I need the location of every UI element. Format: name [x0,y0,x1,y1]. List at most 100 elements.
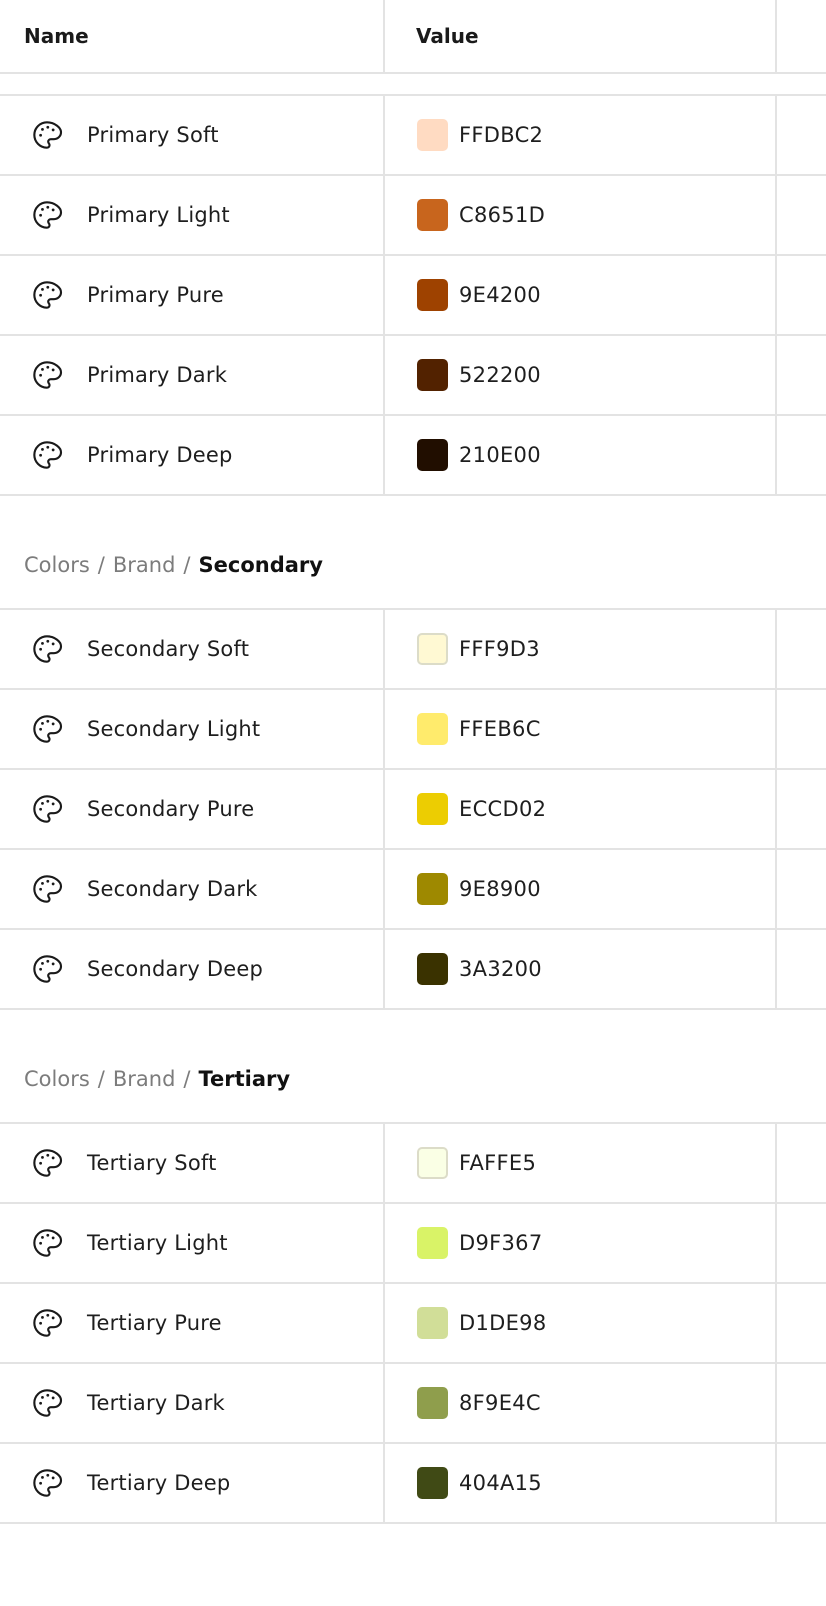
palette-icon [31,1467,63,1499]
palette-icon [31,793,63,825]
palette-icon [31,119,63,151]
table-row[interactable]: Secondary Deep 3A3200 [0,930,826,1010]
color-swatch[interactable] [417,1387,448,1419]
hex-value: FFEB6C [459,717,541,741]
palette-icon [31,279,63,311]
table-row[interactable]: Secondary Dark 9E8900 [0,850,826,930]
column-divider [775,1444,777,1522]
column-divider [775,610,777,688]
column-divider [775,416,777,494]
hex-value: 9E8900 [459,877,541,901]
column-divider [775,0,777,72]
token-name: Tertiary Pure [87,1311,222,1335]
value-cell: FFDBC2 [385,96,775,174]
table-row[interactable]: Primary Soft FFDBC2 [0,96,826,176]
column-divider [775,690,777,768]
table-row[interactable]: Primary Deep 210E00 [0,416,826,496]
breadcrumb-separator: / [183,553,191,577]
breadcrumb-separator: / [97,1067,105,1091]
section-breadcrumb: Colors / Brand / Tertiary [0,1010,826,1122]
breadcrumb-part[interactable]: Brand [113,1067,176,1091]
name-cell: Tertiary Soft [0,1124,383,1202]
hex-value: 522200 [459,363,541,387]
table-row[interactable]: Tertiary Dark 8F9E4C [0,1364,826,1444]
hex-value: 3A3200 [459,957,542,981]
breadcrumb-part[interactable]: Brand [113,553,176,577]
color-swatch[interactable] [417,279,448,311]
token-name: Tertiary Dark [87,1391,225,1415]
hex-value: FFF9D3 [459,637,540,661]
palette-icon [31,439,63,471]
column-header-value[interactable]: Value [416,0,479,72]
value-cell: 9E4200 [385,256,775,334]
table-row[interactable]: Secondary Light FFEB6C [0,690,826,770]
color-swatch[interactable] [417,1307,448,1339]
table-row[interactable]: Primary Pure 9E4200 [0,256,826,336]
name-cell: Primary Pure [0,256,383,334]
hex-value: 9E4200 [459,283,541,307]
palette-icon [31,873,63,905]
hex-value: 404A15 [459,1471,542,1495]
color-swatch[interactable] [417,1147,448,1179]
breadcrumb-part[interactable]: Colors [24,1067,90,1091]
value-cell: D1DE98 [385,1284,775,1362]
color-swatch[interactable] [417,119,448,151]
color-swatch[interactable] [417,199,448,231]
table-row[interactable]: Tertiary Deep 404A15 [0,1444,826,1524]
table-row[interactable]: Tertiary Light D9F367 [0,1204,826,1284]
palette-icon [31,1387,63,1419]
column-header-name[interactable]: Name [24,0,89,72]
palette-icon [31,1227,63,1259]
token-name: Secondary Pure [87,797,255,821]
column-divider [775,256,777,334]
name-cell: Primary Light [0,176,383,254]
breadcrumb-current: Secondary [198,553,323,577]
token-name: Tertiary Light [87,1231,228,1255]
token-name: Primary Deep [87,443,233,467]
breadcrumb-part[interactable]: Colors [24,553,90,577]
palette-icon [31,1147,63,1179]
palette-icon [31,199,63,231]
value-cell: 404A15 [385,1444,775,1522]
value-cell: C8651D [385,176,775,254]
table-row[interactable]: Primary Dark 522200 [0,336,826,416]
color-swatch[interactable] [417,793,448,825]
name-cell: Tertiary Dark [0,1364,383,1442]
hex-value: 210E00 [459,443,541,467]
token-name: Tertiary Soft [87,1151,217,1175]
color-swatch[interactable] [417,873,448,905]
table-row[interactable]: Secondary Pure ECCD02 [0,770,826,850]
value-cell: FAFFE5 [385,1124,775,1202]
column-divider [775,1284,777,1362]
table-row[interactable]: Tertiary Soft FAFFE5 [0,1124,826,1204]
table-row[interactable]: Tertiary Pure D1DE98 [0,1284,826,1364]
token-table-section: Primary Soft FFDBC2 Primary Light C8651D Pri… [0,94,826,496]
column-divider [775,770,777,848]
breadcrumb-separator: / [97,553,105,577]
column-divider [775,930,777,1008]
value-cell: 522200 [385,336,775,414]
color-swatch[interactable] [417,1227,448,1259]
column-divider [775,336,777,414]
table-row[interactable]: Secondary Soft FFF9D3 [0,610,826,690]
table-row[interactable]: Primary Light C8651D [0,176,826,256]
color-swatch[interactable] [417,633,448,665]
name-cell: Secondary Pure [0,770,383,848]
column-divider [775,1124,777,1202]
color-swatch[interactable] [417,713,448,745]
color-swatch[interactable] [417,953,448,985]
token-name: Secondary Soft [87,637,250,661]
color-swatch[interactable] [417,1467,448,1499]
token-name: Primary Soft [87,123,219,147]
palette-icon [31,359,63,391]
color-swatch[interactable] [417,359,448,391]
name-cell: Secondary Dark [0,850,383,928]
token-name: Secondary Light [87,717,261,741]
color-swatch[interactable] [417,439,448,471]
palette-icon [31,953,63,985]
column-divider [775,96,777,174]
name-cell: Secondary Soft [0,610,383,688]
palette-icon [31,713,63,745]
name-cell: Tertiary Deep [0,1444,383,1522]
value-cell: 8F9E4C [385,1364,775,1442]
